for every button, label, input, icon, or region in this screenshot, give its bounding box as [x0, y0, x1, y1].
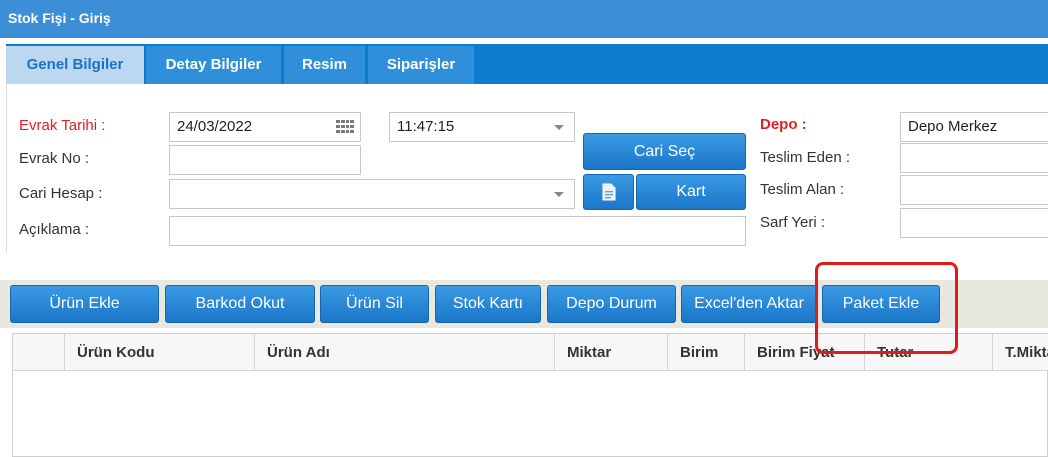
chevron-down-icon[interactable] [546, 113, 572, 141]
time-select[interactable]: 11:47:15 [389, 112, 575, 142]
tab-resim[interactable]: Resim [284, 46, 365, 84]
document-icon [602, 183, 615, 201]
grid-header: Ürün Kodu Ürün Adı Miktar Birim Birim Fi… [13, 334, 1048, 371]
chevron-down-icon[interactable] [546, 180, 572, 208]
col-select[interactable] [13, 334, 65, 371]
time-value: 11:47:15 [397, 118, 455, 135]
teslim-eden-label: Teslim Eden : [760, 149, 851, 166]
cari-sec-button[interactable]: Cari Seç [583, 133, 746, 170]
evrak-tarihi-label: Evrak Tarihi : [19, 117, 106, 134]
col-urun-adi[interactable]: Ürün Adı [255, 334, 555, 371]
sarf-yeri-input[interactable] [900, 208, 1048, 238]
urun-sil-button[interactable]: Ürün Sil [320, 285, 429, 323]
sarf-yeri-label: Sarf Yeri : [760, 214, 826, 231]
window-title: Stok Fişi - Giriş [0, 0, 1048, 38]
tab-detay-bilgiler[interactable]: Detay Bilgiler [146, 46, 281, 84]
action-toolbar: Ürün Ekle Barkod Okut Ürün Sil Stok Kart… [0, 280, 1048, 328]
paket-ekle-button[interactable]: Paket Ekle [822, 285, 940, 323]
calendar-icon[interactable] [332, 113, 358, 141]
col-birim[interactable]: Birim [668, 334, 745, 371]
product-grid: Ürün Kodu Ürün Adı Miktar Birim Birim Fi… [12, 333, 1048, 457]
barkod-okut-button[interactable]: Barkod Okut [165, 285, 315, 323]
evrak-tarihi-value: 24/03/2022 [177, 118, 253, 135]
depo-durum-button[interactable]: Depo Durum [547, 285, 676, 323]
kart-button[interactable]: Kart [636, 174, 746, 210]
cari-hesap-label: Cari Hesap : [19, 185, 103, 202]
col-birim-fiyat[interactable]: Birim Fiyat [745, 334, 865, 371]
col-urun-kodu[interactable]: Ürün Kodu [65, 334, 255, 371]
tab-genel-bilgiler[interactable]: Genel Bilgiler [6, 46, 144, 84]
stok-karti-button[interactable]: Stok Kartı [435, 285, 541, 323]
depo-select[interactable]: Depo Merkez [900, 112, 1048, 142]
cari-hesap-select[interactable] [169, 179, 575, 209]
urun-ekle-button[interactable]: Ürün Ekle [10, 285, 159, 323]
document-button[interactable] [583, 174, 634, 210]
evrak-no-label: Evrak No : [19, 150, 90, 167]
col-t-miktar[interactable]: T.Miktar [993, 334, 1048, 371]
evrak-tarihi-input[interactable]: 24/03/2022 [169, 112, 361, 142]
depo-value: Depo Merkez [908, 118, 998, 135]
aciklama-label: Açıklama : [19, 221, 90, 238]
tab-siparisler[interactable]: Siparişler [368, 46, 474, 84]
evrak-no-input[interactable] [169, 145, 361, 175]
depo-label: Depo : [760, 116, 807, 133]
tab-bar: Genel Bilgiler Detay Bilgiler Resim Sipa… [0, 44, 1048, 84]
teslim-eden-input[interactable] [900, 143, 1048, 173]
col-miktar[interactable]: Miktar [555, 334, 668, 371]
teslim-alan-label: Teslim Alan : [760, 181, 845, 198]
col-tutar[interactable]: Tutar [865, 334, 993, 371]
aciklama-input[interactable] [169, 216, 746, 246]
teslim-alan-input[interactable] [900, 175, 1048, 205]
excel-aktar-button[interactable]: Excel'den Aktar [681, 285, 817, 323]
